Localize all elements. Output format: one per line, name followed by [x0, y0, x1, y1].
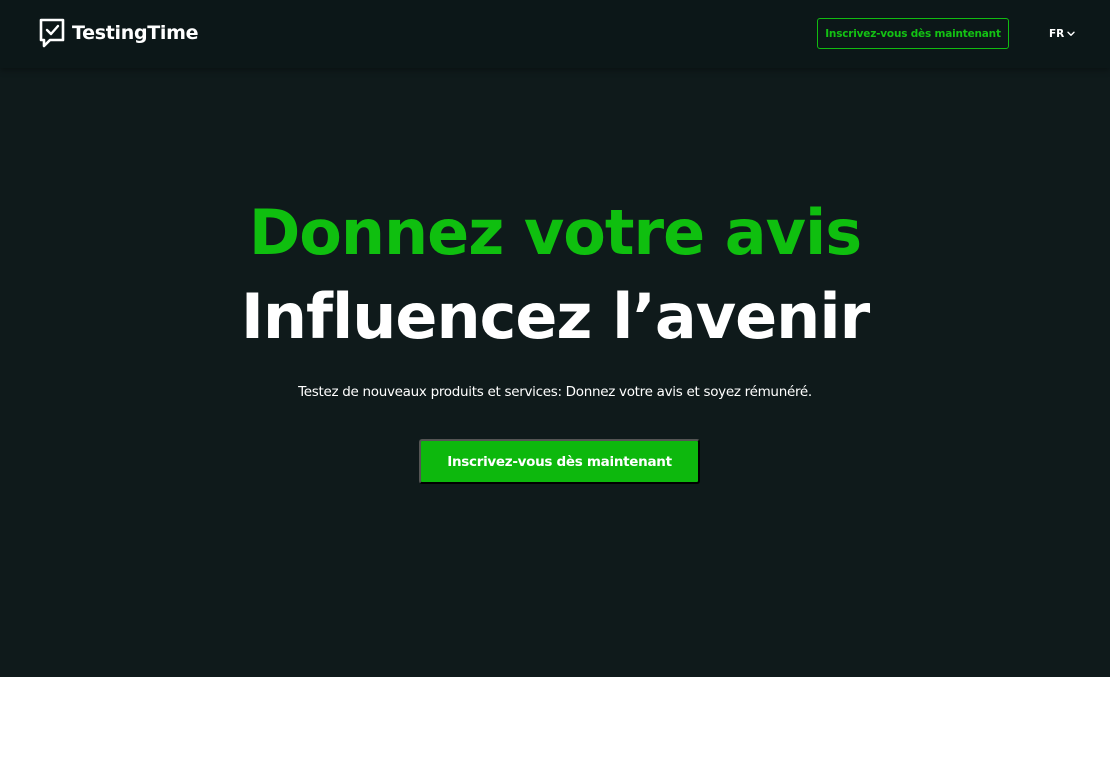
chevron-down-icon: [1067, 31, 1075, 36]
language-selector[interactable]: FR: [1049, 26, 1075, 42]
brand-name: TestingTime: [72, 22, 199, 44]
hero-signup-button[interactable]: Inscrivez-vous dès maintenant: [419, 439, 700, 484]
hero-headline-primary: Donnez votre avis: [248, 196, 862, 269]
hero-subtitle: Testez de nouveaux produits et services:…: [298, 384, 812, 400]
brand-logo-link[interactable]: TestingTime: [38, 17, 199, 49]
language-code: FR: [1049, 28, 1065, 40]
hero-headline-secondary: Influencez l’avenir: [240, 280, 870, 353]
chat-bubble-checkmark-icon: [38, 17, 66, 49]
hero-section: TestingTime Inscrivez-vous dès maintenan…: [0, 0, 1110, 677]
below-fold-section: [0, 677, 1110, 772]
top-navbar: TestingTime Inscrivez-vous dès maintenan…: [0, 0, 1110, 68]
navbar-signup-button[interactable]: Inscrivez-vous dès maintenant: [817, 18, 1009, 49]
landing-page: TestingTime Inscrivez-vous dès maintenan…: [0, 0, 1110, 772]
